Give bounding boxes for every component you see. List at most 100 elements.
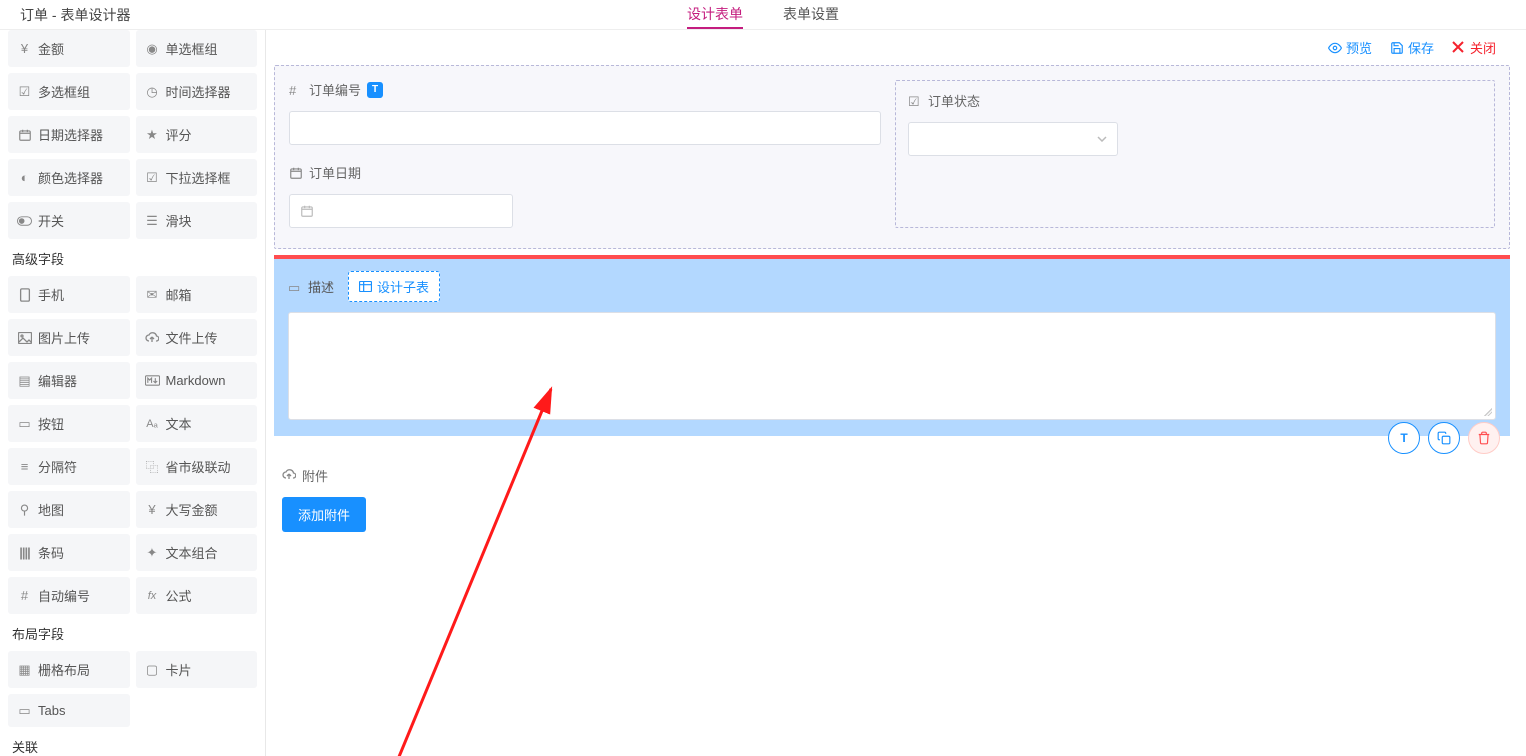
field-barcode[interactable]: ||||条码 xyxy=(8,534,130,571)
grid-icon: ▦ xyxy=(17,662,32,677)
close-icon xyxy=(1452,41,1466,55)
order-status-select[interactable] xyxy=(908,122,1118,156)
order-no-input[interactable] xyxy=(289,111,881,145)
dropdown-icon: ☑ xyxy=(145,170,160,185)
t-badge-icon: T xyxy=(367,82,383,98)
close-button[interactable]: 关闭 xyxy=(1452,38,1496,57)
tabs-icon: ▭ xyxy=(17,703,32,718)
yen-icon: ¥ xyxy=(145,502,160,517)
field-switch[interactable]: 开关 xyxy=(8,202,130,239)
checkbox-icon: ☑ xyxy=(17,84,32,99)
order-status-label: ☑ 订单状态 xyxy=(908,91,1482,110)
field-actions: T xyxy=(1388,422,1500,454)
field-date-picker[interactable]: 日期选择器 xyxy=(8,116,130,153)
fx-icon: fx xyxy=(145,588,160,603)
save-icon xyxy=(1390,41,1404,55)
calendar-icon xyxy=(289,166,303,180)
design-subtable-button[interactable]: 设计子表 xyxy=(348,271,440,302)
basic-fields: ¥金额 ◉单选框组 ☑多选框组 ◷时间选择器 日期选择器 ★评分 ◐颜色选择器 … xyxy=(8,30,257,239)
save-button[interactable]: 保存 xyxy=(1390,38,1434,57)
field-auto-number[interactable]: #自动编号 xyxy=(8,577,130,614)
textarea-icon: ▭ xyxy=(288,280,302,294)
field-markdown[interactable]: Markdown xyxy=(136,362,258,399)
col-left: # 订单编号 T 订单日期 xyxy=(289,80,881,228)
header-tabs: 设计表单 表单设置 xyxy=(687,0,839,29)
barcode-icon: |||| xyxy=(17,545,32,560)
field-color-picker[interactable]: ◐颜色选择器 xyxy=(8,159,130,196)
field-time-picker[interactable]: ◷时间选择器 xyxy=(136,73,258,110)
field-editor[interactable]: ▤编辑器 xyxy=(8,362,130,399)
editor-icon: ▤ xyxy=(17,373,32,388)
field-email[interactable]: ✉邮箱 xyxy=(136,276,258,313)
action-t-button[interactable]: T xyxy=(1388,422,1420,454)
field-slider[interactable]: ☰滑块 xyxy=(136,202,258,239)
yen-icon: ¥ xyxy=(17,41,32,56)
tab-design-form[interactable]: 设计表单 xyxy=(687,0,743,29)
preview-button[interactable]: 预览 xyxy=(1328,38,1372,57)
field-grid-layout[interactable]: ▦栅格布局 xyxy=(8,651,130,688)
canvas: # 订单编号 T 订单日期 ☑ xyxy=(266,65,1526,548)
field-image-upload[interactable]: 图片上传 xyxy=(8,319,130,356)
canvas-wrap: 预览 保存 关闭 # 订单编号 T 订单日期 xyxy=(266,30,1526,756)
calendar-icon xyxy=(17,127,32,142)
eye-icon xyxy=(1328,41,1342,55)
layout-fields: ▦栅格布局 ▢卡片 ▭Tabs xyxy=(8,651,257,727)
toolbar: 预览 保存 关闭 xyxy=(266,30,1526,65)
order-no-label: # 订单编号 T xyxy=(289,80,881,99)
desc-textarea[interactable] xyxy=(288,312,1496,420)
order-date-input[interactable] xyxy=(289,194,513,228)
divider-icon: ≡ xyxy=(17,459,32,474)
field-formula[interactable]: fx公式 xyxy=(136,577,258,614)
image-icon xyxy=(17,330,32,345)
cascader-icon: ⿻ xyxy=(145,459,160,474)
field-select[interactable]: ☑下拉选择框 xyxy=(136,159,258,196)
order-date-label: 订单日期 xyxy=(289,163,881,182)
toggle-icon xyxy=(17,213,32,228)
sidebar: ¥金额 ◉单选框组 ☑多选框组 ◷时间选择器 日期选择器 ★评分 ◐颜色选择器 … xyxy=(0,30,266,756)
app-header: 订单 - 表单设计器 设计表单 表单设置 xyxy=(0,0,1526,30)
page-title: 订单 - 表单设计器 xyxy=(20,5,130,25)
col-right[interactable]: ☑ 订单状态 xyxy=(895,80,1495,228)
map-icon: ⚲ xyxy=(17,502,32,517)
group-relation-title: 关联 xyxy=(8,727,257,756)
text-icon: Aₐ xyxy=(145,416,160,431)
tab-form-settings[interactable]: 表单设置 xyxy=(783,0,839,29)
action-copy-button[interactable] xyxy=(1428,422,1460,454)
mail-icon: ✉ xyxy=(145,287,160,302)
group-advanced-title: 高级字段 xyxy=(8,239,257,276)
action-delete-button[interactable] xyxy=(1468,422,1500,454)
field-radio-group[interactable]: ◉单选框组 xyxy=(136,30,258,67)
phone-icon xyxy=(17,287,32,302)
field-amount-cn[interactable]: ¥大写金额 xyxy=(136,491,258,528)
field-cascader[interactable]: ⿻省市级联动 xyxy=(136,448,258,485)
field-text-group[interactable]: ✦文本组合 xyxy=(136,534,258,571)
star-icon: ★ xyxy=(145,127,160,142)
clock-icon: ◷ xyxy=(145,84,160,99)
field-phone[interactable]: 手机 xyxy=(8,276,130,313)
upload-icon xyxy=(282,469,296,483)
radio-icon: ◉ xyxy=(145,41,160,56)
attachment-section: 附件 添加附件 xyxy=(274,436,1510,532)
field-map[interactable]: ⚲地图 xyxy=(8,491,130,528)
hash-icon: # xyxy=(289,83,303,97)
textgroup-icon: ✦ xyxy=(145,545,160,560)
field-file-upload[interactable]: 文件上传 xyxy=(136,319,258,356)
field-divider[interactable]: ≡分隔符 xyxy=(8,448,130,485)
field-amount[interactable]: ¥金额 xyxy=(8,30,130,67)
field-tabs[interactable]: ▭Tabs xyxy=(8,694,130,727)
add-attachment-button[interactable]: 添加附件 xyxy=(282,497,366,532)
subtable-icon xyxy=(359,281,372,292)
hash-icon: # xyxy=(17,588,32,603)
field-card[interactable]: ▢卡片 xyxy=(136,651,258,688)
field-rate[interactable]: ★评分 xyxy=(136,116,258,153)
attachment-label: 附件 xyxy=(282,466,1502,485)
field-text[interactable]: Aₐ文本 xyxy=(136,405,258,442)
palette-icon: ◐ xyxy=(17,170,32,185)
advanced-fields: 手机 ✉邮箱 图片上传 文件上传 ▤编辑器 Markdown ▭按钮 Aₐ文本 … xyxy=(8,276,257,614)
field-checkbox-group[interactable]: ☑多选框组 xyxy=(8,73,130,110)
form-panel[interactable]: # 订单编号 T 订单日期 ☑ xyxy=(274,65,1510,249)
selected-field-block[interactable]: ▭ 描述 设计子表 T xyxy=(274,259,1510,436)
main: ¥金额 ◉单选框组 ☑多选框组 ◷时间选择器 日期选择器 ★评分 ◐颜色选择器 … xyxy=(0,30,1526,756)
field-button[interactable]: ▭按钮 xyxy=(8,405,130,442)
button-icon: ▭ xyxy=(17,416,32,431)
